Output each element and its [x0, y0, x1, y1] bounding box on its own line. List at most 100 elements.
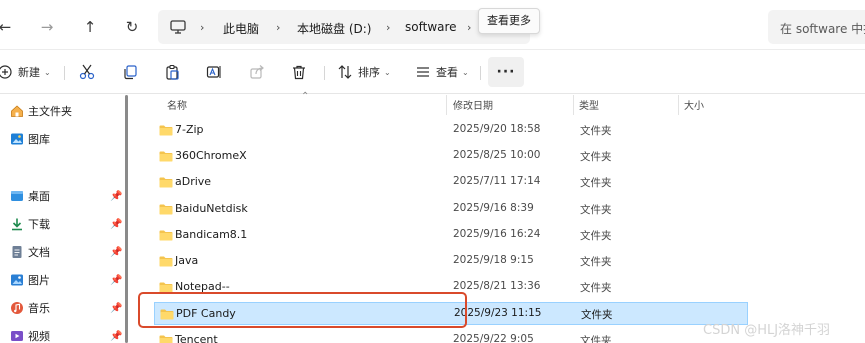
forward-arrow-icon: →: [40, 18, 54, 36]
see-more-tooltip: 查看更多: [478, 8, 540, 34]
view-button[interactable]: 查看 ⌄: [414, 58, 469, 86]
file-name: Tencent: [175, 332, 218, 343]
file-name: 7-Zip: [175, 123, 204, 136]
file-type: 文件夹: [580, 151, 612, 164]
file-type: 文件夹: [580, 282, 612, 295]
sort-button[interactable]: 排序 ⌄: [336, 58, 391, 86]
trash-icon: [290, 63, 308, 81]
sort-ascending-icon: ⌃: [301, 91, 310, 102]
breadcrumb-this-pc[interactable]: 此电脑: [223, 20, 259, 37]
file-type: 文件夹: [580, 125, 612, 137]
sidebar-item-pictures[interactable]: 图片 📌: [0, 268, 128, 292]
file-date: 2025/9/16 16:24: [453, 227, 541, 240]
divider: [324, 66, 325, 80]
clipboard-icon: [163, 63, 181, 81]
refresh-button[interactable]: ↻: [121, 16, 143, 38]
back-arrow-icon: ←: [0, 18, 12, 36]
file-row[interactable]: Bandicam8.1 2025/9/16 16:24 文件夹: [154, 224, 748, 247]
file-name: BaiduNetdisk: [175, 201, 248, 215]
delete-button[interactable]: [290, 58, 308, 86]
column-header-type[interactable]: 类型: [579, 97, 599, 112]
file-date: 2025/9/23 11:15: [454, 307, 542, 320]
sidebar-item-label: 文档: [28, 246, 50, 259]
breadcrumb-local-disk[interactable]: 本地磁盘 (D:): [297, 20, 371, 37]
breadcrumb-chevron-icon: ›: [467, 21, 472, 34]
pin-icon: 📌: [110, 274, 123, 286]
sidebar-item-label: 音乐: [28, 302, 50, 315]
chevron-down-icon: ⌄: [384, 67, 391, 77]
address-box[interactable]: › 此电脑 › 本地磁盘 (D:) › software ›: [158, 10, 530, 44]
sidebar-item-videos[interactable]: 视频 📌: [0, 324, 128, 343]
monitor-icon: [170, 20, 186, 34]
column-header-date[interactable]: 修改日期: [453, 97, 493, 112]
rename-icon: [205, 63, 223, 81]
folder-icon: [159, 230, 173, 241]
copy-button[interactable]: [121, 58, 139, 86]
pin-icon: 📌: [110, 330, 123, 342]
sidebar-item-desktop[interactable]: 桌面 📌: [0, 184, 128, 208]
folder-icon: [159, 204, 173, 215]
document-icon: [12, 246, 22, 258]
file-row[interactable]: 7-Zip 2025/9/20 18:58 文件夹: [154, 119, 748, 142]
divider: [64, 66, 65, 80]
column-divider[interactable]: [446, 95, 447, 115]
back-button[interactable]: ←: [0, 16, 16, 38]
sidebar-item-label: 视频: [28, 330, 50, 343]
pin-icon: 📌: [110, 190, 123, 202]
sidebar-item-downloads[interactable]: 下载 📌: [0, 212, 128, 236]
breadcrumb-chevron-icon: ›: [276, 21, 281, 34]
paste-button[interactable]: [163, 58, 181, 86]
file-name: 360ChromeX: [175, 149, 247, 163]
file-type: 文件夹: [580, 177, 612, 190]
file-row[interactable]: Java 2025/9/18 9:15 文件夹: [154, 250, 748, 273]
sidebar-item-label: 图片: [28, 274, 50, 287]
chevron-down-icon: ⌄: [44, 67, 51, 77]
pin-icon: 📌: [110, 302, 123, 314]
file-date: 2025/7/11 17:14: [453, 175, 541, 188]
navigation-pane: 主文件夹 图库 桌面 📌 下载 📌 文档 📌 图片 📌 音乐 📌 视频 📌: [0, 95, 128, 343]
file-date: 2025/9/18 9:15: [453, 254, 534, 266]
file-row[interactable]: aDrive 2025/7/11 17:14 文件夹: [154, 171, 748, 194]
column-header-size[interactable]: 大小: [684, 97, 704, 112]
rename-button[interactable]: [205, 58, 223, 86]
file-type: 文件夹: [581, 309, 613, 322]
new-button[interactable]: 新建 ⌄: [0, 58, 51, 86]
folder-icon: [159, 151, 173, 162]
watermark: CSDN @HLJ洛神千羽: [703, 323, 831, 338]
column-divider[interactable]: [573, 95, 574, 115]
breadcrumb-software[interactable]: software: [405, 20, 457, 34]
file-date: 2025/9/20 18:58: [453, 123, 541, 135]
file-date: 2025/8/25 10:00: [453, 149, 541, 162]
sidebar-item-documents[interactable]: 文档 📌: [0, 240, 128, 264]
command-bar: 新建 ⌄ 排序 ⌄ 查看 ⌄: [0, 50, 865, 94]
file-type: 文件夹: [580, 229, 612, 242]
sidebar-item-music[interactable]: 音乐 📌: [0, 296, 128, 320]
file-date: 2025/9/16 8:39: [453, 201, 534, 214]
home-icon: [11, 105, 23, 117]
up-button[interactable]: ↑: [79, 16, 101, 38]
pin-icon: 📌: [110, 246, 123, 258]
file-row[interactable]: 360ChromeX 2025/8/25 10:00 文件夹: [154, 145, 748, 168]
column-divider[interactable]: [678, 95, 679, 115]
see-more-button[interactable]: ···: [488, 57, 524, 87]
refresh-icon: ↻: [125, 18, 139, 36]
forward-button[interactable]: →: [36, 16, 58, 38]
scissors-icon: [78, 63, 96, 81]
gallery-icon: [11, 133, 23, 145]
file-row[interactable]: BaiduNetdisk 2025/9/16 8:39 文件夹: [154, 198, 748, 221]
up-arrow-icon: ↑: [83, 18, 97, 36]
music-icon: [11, 302, 23, 314]
pictures-icon: [11, 274, 23, 286]
share-button[interactable]: [248, 58, 266, 86]
column-header-name[interactable]: 名称: [167, 97, 187, 112]
sidebar-item-home[interactable]: 主文件夹: [0, 99, 128, 123]
breadcrumb-chevron-icon: ›: [386, 21, 391, 34]
file-row[interactable]: Tencent 2025/9/22 9:05 文件夹: [154, 329, 748, 343]
sidebar-item-label: 主文件夹: [28, 105, 72, 118]
sidebar-scrollbar[interactable]: [125, 95, 128, 343]
cut-button[interactable]: [78, 58, 96, 86]
search-input[interactable]: 在 software 中搜索: [768, 10, 865, 44]
folder-icon: [159, 125, 173, 136]
sidebar-item-gallery[interactable]: 图库: [0, 127, 128, 151]
file-type: 文件夹: [580, 256, 612, 268]
